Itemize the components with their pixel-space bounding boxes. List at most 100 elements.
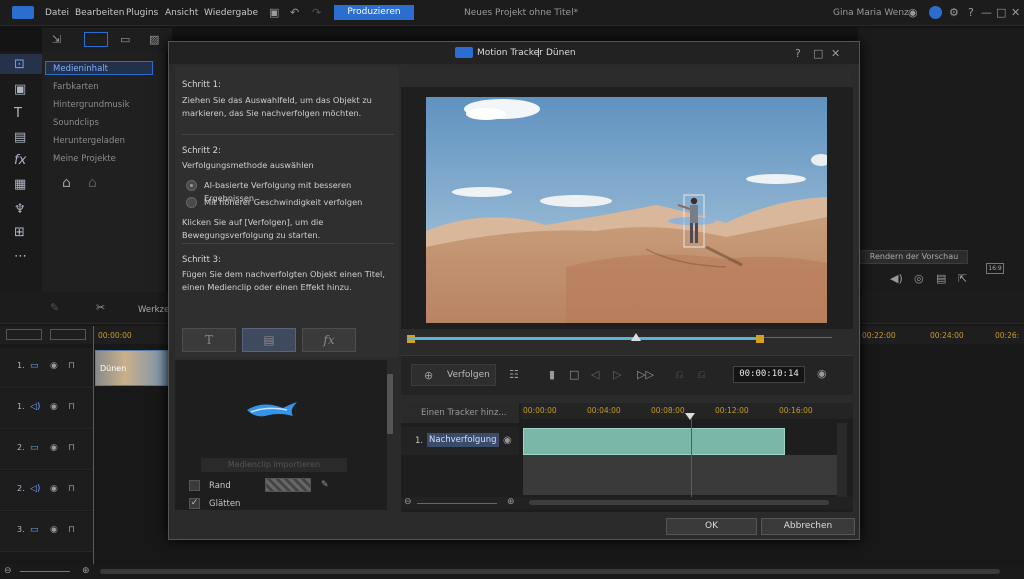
title-room-icon[interactable]: T <box>14 107 22 120</box>
scissors-icon[interactable]: ✂ <box>96 302 105 313</box>
stop-icon[interactable]: □ <box>569 369 579 380</box>
remove-tag-icon[interactable]: ⌂ <box>88 176 97 190</box>
track-button[interactable]: ⊕ Verfolgen <box>411 364 496 386</box>
snapshot-icon[interactable]: ◎ <box>914 273 924 284</box>
zoom-in-icon[interactable]: ⊕ <box>82 566 90 577</box>
menu-view[interactable]: Ansicht <box>165 8 198 18</box>
ok-button[interactable]: OK <box>666 518 757 535</box>
fast-forward-icon[interactable]: ▷▷ <box>637 369 654 380</box>
undo-track-icon[interactable]: ⎌ <box>675 369 684 380</box>
volume-icon[interactable]: ◀) <box>890 273 903 284</box>
redo-icon[interactable]: ↷ <box>312 7 321 18</box>
zoom-in-icon[interactable]: ⊕ <box>507 497 515 508</box>
fast-tracking-label[interactable]: Mit höherer Geschwindigkeit verfolgen <box>204 196 416 209</box>
border-checkbox[interactable] <box>189 480 200 491</box>
help-icon[interactable]: ? <box>968 7 974 18</box>
notification-icon[interactable] <box>929 6 942 19</box>
timeline-clip[interactable]: Dünen <box>95 350 170 386</box>
redo-track-icon[interactable]: ⎌ <box>697 369 706 380</box>
tracker-zoom-slider[interactable] <box>417 503 497 504</box>
view-list-icon[interactable]: ▭ <box>120 34 130 45</box>
aspect-ratio-button[interactable]: 16:9 <box>986 263 1004 274</box>
video-room-icon[interactable]: ▣ <box>14 83 26 96</box>
track-video-2[interactable]: 2. ▭ ◉ ⊓ <box>0 430 93 470</box>
save-icon[interactable]: ▣ <box>269 7 279 18</box>
zoom-out-icon[interactable]: ⊖ <box>4 566 12 577</box>
add-tracker-button[interactable]: Einen Tracker hinz... <box>401 403 519 423</box>
import-icon[interactable]: ⇲ <box>52 34 61 45</box>
tracker-eye-icon[interactable]: ◉ <box>503 435 512 446</box>
library-item-media[interactable]: Medieninhalt <box>53 64 108 74</box>
library-item-soundclips[interactable]: Soundclips <box>53 118 99 128</box>
eye-icon[interactable]: ◉ <box>50 525 58 536</box>
maximize-icon[interactable]: □ <box>813 48 823 59</box>
effect-room-icon[interactable]: fx <box>14 154 26 167</box>
tracker-h-scrollbar[interactable] <box>529 500 829 505</box>
close-icon[interactable]: ✕ <box>1011 7 1020 18</box>
menu-playback[interactable]: Wiedergabe <box>204 8 258 18</box>
playhead-line[interactable] <box>93 326 94 579</box>
produce-button[interactable]: Produzieren <box>334 5 414 20</box>
timeline-scrollbar[interactable] <box>100 569 1000 574</box>
video-frame[interactable] <box>426 97 827 323</box>
preview-eye-icon[interactable]: ◉ <box>817 368 827 379</box>
eyedropper-icon[interactable]: ✎ <box>321 480 329 491</box>
account-icon[interactable]: ◉ <box>908 7 918 18</box>
add-effect-button[interactable]: fx <box>302 328 356 352</box>
lock-icon[interactable]: ⊓ <box>68 525 75 536</box>
fit-icon[interactable] <box>6 329 42 340</box>
eye-icon[interactable]: ◉ <box>50 484 58 495</box>
help-icon[interactable]: ? <box>795 48 801 59</box>
ai-tracking-radio[interactable] <box>186 180 197 191</box>
undo-icon[interactable]: ↶ <box>290 7 299 18</box>
tools-label[interactable]: Werkze <box>138 305 169 315</box>
menu-file[interactable]: Datei <box>45 8 69 18</box>
overlay-room-icon[interactable]: ⊞ <box>14 226 25 239</box>
tracker-clip[interactable] <box>523 428 785 455</box>
lock-icon[interactable]: ⊓ <box>68 361 75 372</box>
gear-icon[interactable]: ⚙ <box>949 7 959 18</box>
zoom-slider[interactable] <box>20 571 70 572</box>
edit-icon[interactable]: ✎ <box>50 302 59 313</box>
eye-icon[interactable]: ◉ <box>50 443 58 454</box>
render-preview-button[interactable]: Rendern der Vorschau <box>860 250 968 264</box>
next-frame-icon[interactable]: ▷ <box>613 369 621 380</box>
fast-tracking-radio[interactable] <box>186 197 197 208</box>
trim-out-handle[interactable] <box>756 335 764 343</box>
lock-icon[interactable]: ⊓ <box>68 443 75 454</box>
track-audio-1[interactable]: 1. ◁) ◉ ⊓ <box>0 389 93 429</box>
scroll-thumb[interactable] <box>387 374 393 434</box>
tracker-playhead[interactable] <box>685 413 695 420</box>
track-video-1[interactable]: 1. ▭ ◉ ⊓ <box>0 348 93 388</box>
smooth-checkbox[interactable]: ✓ <box>189 498 200 509</box>
view-grid-icon[interactable] <box>84 32 108 47</box>
timecode-display[interactable]: 00:00:10:14 <box>733 366 805 383</box>
more-icon[interactable]: ⋯ <box>14 250 27 263</box>
add-media-button[interactable]: ▤ <box>242 328 296 352</box>
maximize-icon[interactable]: □ <box>996 7 1006 18</box>
close-icon[interactable]: ✕ <box>831 48 840 59</box>
minimize-icon[interactable]: — <box>981 7 992 18</box>
external-icon[interactable]: ⇱ <box>958 273 967 284</box>
tracker-ruler[interactable]: 00:00:00 00:04:00 00:08:00 00:12:00 00:1… <box>521 403 853 420</box>
lock-icon[interactable]: ⊓ <box>68 484 75 495</box>
zoom-fit-icon[interactable] <box>50 329 86 340</box>
particle-room-icon[interactable]: ♆ <box>14 203 26 216</box>
library-item-projects[interactable]: Meine Projekte <box>53 154 116 164</box>
track-audio-2[interactable]: 2. ◁) ◉ ⊓ <box>0 471 93 511</box>
library-item-music[interactable]: Hintergrundmusik <box>53 100 130 110</box>
tracker-name[interactable]: Nachverfolgung <box>427 433 499 447</box>
cancel-button[interactable]: Abbrechen <box>761 518 855 535</box>
eye-icon[interactable]: ◉ <box>50 402 58 413</box>
subtitle-icon[interactable]: ▤ <box>936 273 946 284</box>
transition-room-icon[interactable]: ▤ <box>14 131 26 144</box>
eye-icon[interactable]: ◉ <box>50 361 58 372</box>
library-item-downloaded[interactable]: Heruntergeladen <box>53 136 125 146</box>
menu-edit[interactable]: Bearbeiten <box>75 8 124 18</box>
library-item-colorboards[interactable]: Farbkarten <box>53 82 99 92</box>
scrub-playhead[interactable] <box>631 333 641 341</box>
lock-icon[interactable]: ⊓ <box>68 402 75 413</box>
menu-plugins[interactable]: Plugins <box>126 8 158 18</box>
pip-room-icon[interactable]: ▦ <box>14 178 26 191</box>
track-settings-icon[interactable]: ☷ <box>509 369 519 380</box>
